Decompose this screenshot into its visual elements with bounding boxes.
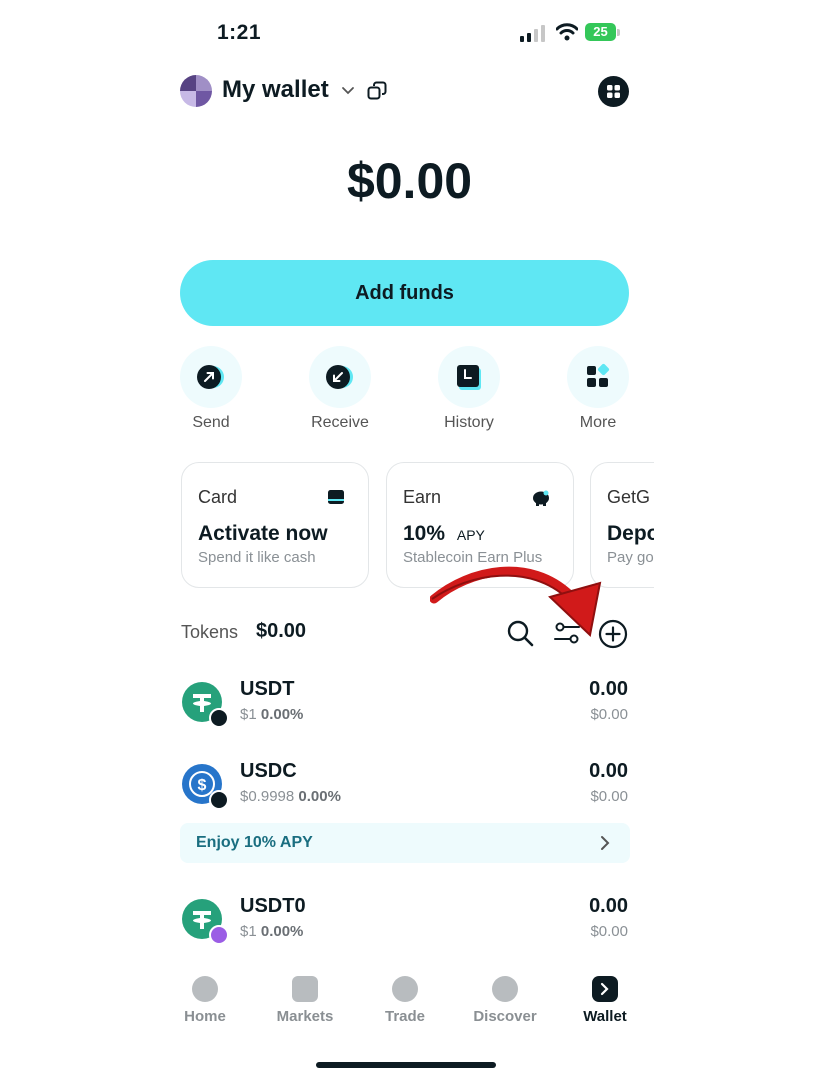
token-price-value: $1: [240, 706, 257, 723]
wallet-icon: [592, 976, 618, 1002]
svg-text:$: $: [198, 777, 207, 794]
nav-discover-label: Discover: [473, 1008, 537, 1025]
token-amount: 0.00: [589, 895, 628, 917]
nav-markets-label: Markets: [276, 1008, 334, 1025]
card-main: Activate now: [198, 522, 328, 545]
more-label: More: [579, 414, 617, 431]
nav-trade-label: Trade: [384, 1008, 426, 1025]
token-price-value: $0.9998: [240, 788, 295, 805]
token-price: $1 0.00%: [240, 923, 303, 940]
more-grid-icon: [587, 363, 610, 387]
card-sub: Spend it like cash: [198, 549, 316, 566]
tokens-label: Tokens: [181, 622, 239, 642]
battery-icon: 25: [585, 23, 621, 43]
nav-home[interactable]: Home: [165, 976, 245, 1025]
piggy-bank-icon: [533, 490, 549, 506]
more-action[interactable]: More: [558, 346, 638, 436]
home-icon: [192, 976, 218, 1002]
getgo-sub: Pay go: [607, 549, 654, 566]
token-row-usdt0[interactable]: USDT0 $1 0.00% 0.00 $0.00: [180, 895, 630, 955]
apy-banner-text: Enjoy 10% APY: [196, 834, 313, 851]
token-name: USDT: [240, 678, 295, 700]
nav-discover[interactable]: Discover: [465, 976, 545, 1025]
nav-trade[interactable]: Trade: [365, 976, 445, 1025]
earn-rate: 10%: [403, 522, 446, 545]
network-badge-icon: [209, 790, 229, 810]
home-indicator[interactable]: [316, 1062, 496, 1068]
total-balance: $0.00: [346, 153, 473, 209]
history-label: History: [444, 414, 494, 431]
chevron-right-icon: [601, 836, 610, 850]
getgo-title: GetG: [607, 487, 651, 507]
copy-icon[interactable]: [366, 80, 388, 102]
enjoy-apy-banner[interactable]: Enjoy 10% APY: [180, 823, 630, 863]
bottom-navigation: Home Markets Trade Discover Wallet: [165, 962, 655, 1042]
nav-markets[interactable]: Markets: [265, 976, 345, 1025]
token-value: $0.00: [590, 923, 628, 940]
token-amount: 0.00: [589, 760, 628, 782]
chevron-down-icon[interactable]: [340, 82, 356, 98]
token-name: USDT0: [240, 895, 306, 917]
battery-level: 25: [585, 23, 616, 41]
network-badge-icon: [209, 708, 229, 728]
nav-wallet[interactable]: Wallet: [565, 976, 645, 1025]
red-arrow-annotation-icon: [430, 566, 602, 637]
history-action[interactable]: History: [429, 346, 509, 436]
earn-title: Earn: [403, 487, 442, 507]
apps-grid-button[interactable]: [598, 76, 629, 107]
nav-wallet-label: Wallet: [583, 1008, 627, 1025]
wallet-avatar[interactable]: [180, 75, 212, 107]
cellular-signal-icon: [520, 25, 545, 42]
status-time: 1:21: [217, 21, 262, 44]
receive-action[interactable]: Receive: [300, 346, 380, 436]
compass-icon: [492, 976, 518, 1002]
earn-main: 10% APY: [403, 522, 485, 546]
add-funds-button[interactable]: Add funds: [180, 260, 629, 326]
wallet-name[interactable]: My wallet: [222, 76, 329, 104]
earn-apy-suffix: APY: [456, 527, 485, 543]
token-change: 0.00%: [298, 788, 341, 805]
token-row-usdt[interactable]: USDT $1 0.00% 0.00 $0.00: [180, 678, 630, 738]
grid-icon: [607, 85, 620, 98]
token-change: 0.00%: [260, 706, 304, 723]
token-price: $1 0.00%: [240, 706, 303, 723]
receive-label: Receive: [311, 414, 369, 431]
token-price: $0.9998 0.00%: [240, 788, 341, 805]
nav-home-label: Home: [184, 1008, 226, 1025]
send-label: Send: [192, 414, 230, 431]
token-value: $0.00: [590, 788, 628, 805]
wifi-icon: [556, 23, 578, 41]
getgo-main: Depo: [607, 522, 654, 545]
token-row-usdc[interactable]: $ USDC $0.9998 0.00% 0.00 $0.00: [180, 760, 630, 820]
history-icon: [457, 365, 481, 390]
token-change: 0.00%: [260, 923, 304, 940]
token-value: $0.00: [590, 706, 628, 723]
markets-chart-icon: [292, 976, 318, 1002]
token-amount: 0.00: [589, 678, 628, 700]
receive-arrow-icon: [326, 365, 353, 389]
network-badge-icon: [209, 925, 229, 945]
send-arrow-icon: [197, 365, 224, 389]
card-promo[interactable]: Card Activate now Spend it like cash: [181, 462, 369, 588]
tokens-total: $0.00: [256, 620, 307, 642]
card-title: Card: [198, 487, 238, 507]
token-name: USDC: [240, 760, 297, 782]
send-action[interactable]: Send: [171, 346, 251, 436]
token-price-value: $1: [240, 923, 257, 940]
trade-icon: [392, 976, 418, 1002]
card-icon: [328, 490, 344, 504]
